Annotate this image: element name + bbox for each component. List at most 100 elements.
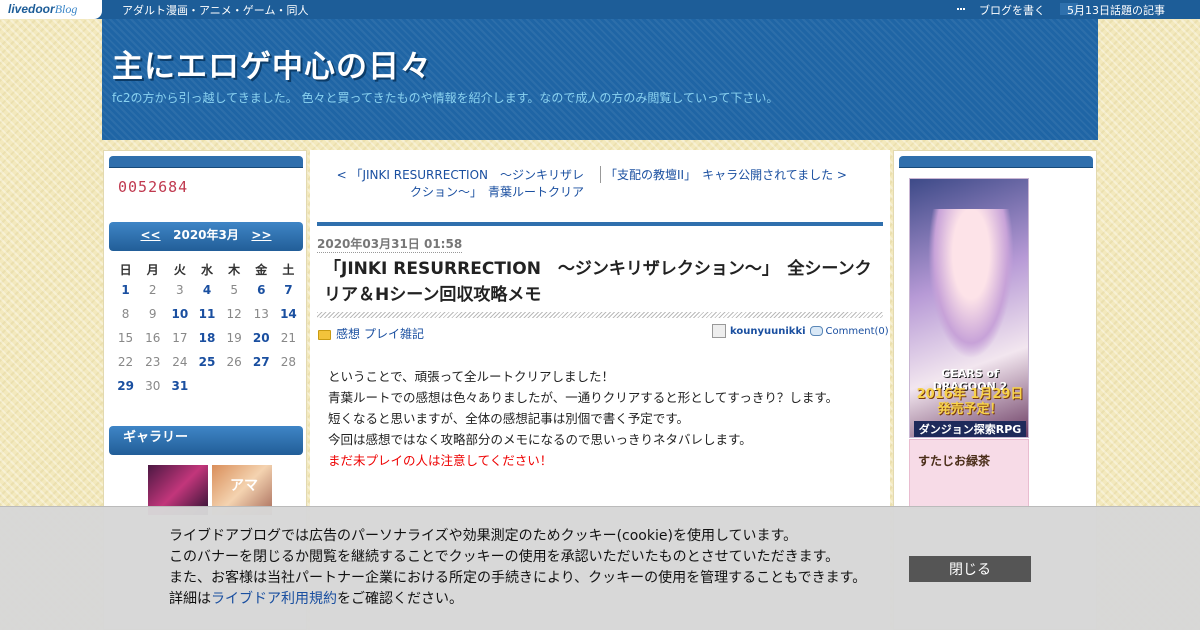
- calendar-weekday: 火: [173, 263, 186, 277]
- post-title[interactable]: 「JINKI RESURRECTION ～ジンキリザレクション～」 全シーンクリ…: [324, 256, 880, 308]
- post-paragraph: 短くなると思いますが、全体の感想記事は別個で書く予定です。: [328, 411, 690, 426]
- calendar-day-link[interactable]: 18: [199, 331, 216, 345]
- calendar-week: 1 2 3 4 5 6 7: [112, 278, 302, 302]
- calendar-day-link[interactable]: 25: [199, 355, 216, 369]
- calendar-day: 9: [148, 307, 157, 321]
- category-link[interactable]: プレイ雑記: [364, 327, 424, 341]
- cookie-line-suffix: をご確認ください。: [337, 591, 463, 607]
- blog-header: 主にエロゲ中心の日々 fc2の方から引っ越してきました。 色々と買ってきたものや…: [102, 19, 1098, 140]
- calendar-weekday: 月: [146, 263, 159, 277]
- calendar-week: 29 30 31: [112, 374, 302, 398]
- post-date[interactable]: 2020年03月31日 01:58: [317, 235, 463, 253]
- calendar-day: 13: [253, 307, 269, 321]
- studio-ad-banner[interactable]: すたじお緑茶: [909, 439, 1029, 509]
- livedoor-blog-logo[interactable]: livedoorBlog: [0, 0, 102, 19]
- calendar-day-link[interactable]: 1: [121, 283, 129, 297]
- thumbnail-caption: アマ: [230, 478, 258, 494]
- cookie-line: このバナーを閉じるか閲覧を継続することでクッキーの使用を承認いただいたものとさせ…: [169, 549, 840, 565]
- calendar-day-link[interactable]: 10: [172, 307, 189, 321]
- post-author-info: kounyuunikki Comment(0): [712, 324, 889, 338]
- post-body: ということで、頑張って全ルートクリアしました！ 青葉ルートでの感想は色々ありまし…: [328, 366, 838, 471]
- calendar-day: 15: [117, 331, 134, 345]
- calendar-day-link[interactable]: 7: [284, 283, 292, 297]
- calendar-weekday: 木: [228, 263, 241, 277]
- logo-text: livedoor: [8, 2, 55, 16]
- calendar-header: << 2020年3月 >>: [109, 222, 303, 251]
- calendar-day: 20: [248, 326, 275, 350]
- calendar-day: 31: [166, 374, 193, 398]
- calendar-day-link[interactable]: 14: [280, 307, 297, 321]
- category-link[interactable]: 感想: [336, 327, 360, 341]
- next-post-link[interactable]: 「支配の教壇II」 キャラ公開されてました >: [605, 168, 847, 182]
- post-paragraph: 今回は感想ではなく攻略部分のメモになるので思いっきりネタバレします。: [328, 432, 752, 447]
- calendar-day: [221, 374, 248, 398]
- calendar-week: 15 16 17 18 19 20 21: [112, 326, 302, 350]
- logo-subtext: Blog: [54, 2, 78, 16]
- topbar-tagline: アダルト漫画・アニメ・ゲーム・同人: [122, 4, 309, 17]
- calendar-day: [248, 374, 275, 398]
- calendar-day: 18: [193, 326, 220, 350]
- calendar-day: 4: [193, 278, 220, 302]
- calendar-day: 14: [275, 302, 302, 326]
- cookie-line: ライブドアブログでは広告のパーソナライズや効果測定のためクッキー(cookie)…: [169, 528, 798, 544]
- calendar-week: 8 9 10 11 12 13 14: [112, 302, 302, 326]
- sidebar-box-header: [109, 156, 303, 168]
- cookie-line-prefix: 詳細は: [169, 591, 211, 607]
- comment-link[interactable]: Comment(0): [826, 326, 889, 337]
- calendar-day: 8: [121, 307, 130, 321]
- calendar-week: 22 23 24 25 26 27 28: [112, 350, 302, 374]
- calendar-day: 3: [176, 283, 184, 297]
- calendar-day: 2: [148, 283, 157, 297]
- calendar-day: 22: [117, 355, 134, 369]
- spoiler-warning: まだ未プレイの人は注意してください！: [328, 453, 553, 468]
- hatch-divider: [317, 312, 883, 318]
- calendar-day-link[interactable]: 11: [199, 307, 216, 321]
- calendar-day: 1: [112, 278, 139, 302]
- prev-post-nav: < 「JINKI RESURRECTION ～ジンキリザレクション～」 青葉ルー…: [328, 166, 584, 200]
- calendar-day: 27: [248, 350, 275, 374]
- calendar-day: [193, 374, 220, 398]
- calendar-day: 5: [230, 283, 238, 297]
- cookie-text: ライブドアブログでは広告のパーソナライズや効果測定のためクッキー(cookie)…: [169, 526, 866, 610]
- calendar-day-link[interactable]: 6: [257, 283, 265, 297]
- ad-release-date: 2016年 1月29日発売予定！: [916, 387, 1024, 417]
- calendar-day-link[interactable]: 29: [117, 379, 134, 393]
- post-divider-bar: [317, 222, 883, 226]
- terms-link[interactable]: ライブドア利用規約: [211, 591, 337, 607]
- calendar-day: 7: [275, 278, 302, 302]
- comment-icon: [809, 326, 823, 336]
- calendar-day-link[interactable]: 31: [172, 379, 189, 393]
- calendar-day-link[interactable]: 4: [203, 283, 211, 297]
- blog-title[interactable]: 主にエロゲ中心の日々: [112, 41, 432, 86]
- calendar-weekday: 水: [200, 263, 213, 277]
- calendar: 日月火水木金土 1 2 3 4 5 6 7 8 9 10 11 12 13 14 15 16 17 18 19 20 2…: [112, 261, 302, 398]
- calendar-day: 21: [280, 331, 297, 345]
- prev-post-link[interactable]: < 「JINKI RESURRECTION ～ジンキリザレクション～」 青葉ルー…: [337, 168, 584, 199]
- ad-genre: ダンジョン探索RPG: [914, 421, 1026, 437]
- calendar-day: 30: [145, 379, 161, 393]
- calendar-day: 17: [172, 331, 188, 345]
- cookie-line: 詳細はライブドア利用規約をご確認ください。: [169, 589, 866, 610]
- sidebar-box-header: [899, 156, 1093, 168]
- calendar-day-link[interactable]: 20: [253, 331, 270, 345]
- calendar-day-link[interactable]: 27: [253, 355, 270, 369]
- game-ad-banner[interactable]: GEARS of DRAGOON 2 2016年 1月29日発売予定！ ダンジョ…: [909, 178, 1029, 438]
- cookie-close-button[interactable]: 閉じる: [909, 556, 1031, 582]
- calendar-weekday: 金: [255, 263, 268, 277]
- blog-description: fc2の方から引っ越してきました。 色々と買ってきたものや情報を紹介します。なの…: [112, 91, 779, 105]
- trending-topics-link[interactable]: 5月13日話題の記事: [1067, 2, 1165, 18]
- folder-icon: [318, 329, 331, 340]
- calendar-next-link[interactable]: >>: [251, 228, 271, 242]
- calendar-day: 29: [112, 374, 139, 398]
- calendar-prev-link[interactable]: <<: [140, 228, 160, 242]
- ad-character-art: [928, 209, 1014, 359]
- calendar-day: 25: [193, 350, 220, 374]
- write-blog-link[interactable]: ブログを書く: [957, 2, 1045, 18]
- access-counter: 0052684: [118, 178, 189, 196]
- calendar-day: 19: [226, 331, 242, 345]
- author-name[interactable]: kounyuunikki: [730, 326, 806, 337]
- calendar-day: 26: [226, 355, 242, 369]
- calendar-day: 11: [193, 302, 220, 326]
- calendar-day: 16: [145, 331, 161, 345]
- cookie-line: また、お客様は当社パートナー企業における所定の手続きにより、クッキーの使用を管理…: [169, 570, 867, 586]
